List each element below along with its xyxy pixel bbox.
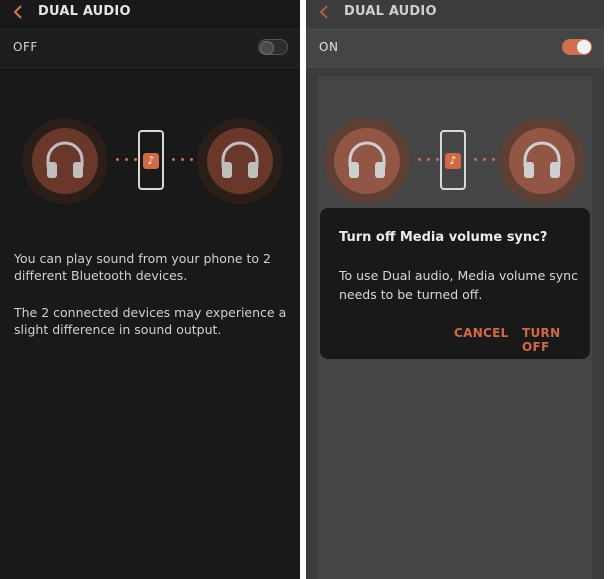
dialog-title: Turn off Media volume sync? <box>339 230 548 245</box>
switch-state-label: ON <box>319 40 339 54</box>
dual-audio-illustration: ♪ <box>306 118 604 212</box>
connection-dots-right <box>474 158 496 162</box>
headphones-left-icon <box>22 118 108 204</box>
app-header: DUAL AUDIO <box>0 0 300 28</box>
toggle-knob <box>577 40 591 54</box>
connection-dots-left <box>116 158 138 162</box>
turn-off-button[interactable]: TURN OFF <box>522 326 590 354</box>
headphones-left-icon <box>324 118 410 204</box>
phone-icon: ♪ <box>440 130 466 190</box>
phone-icon: ♪ <box>138 130 164 190</box>
master-switch-row[interactable]: OFF <box>0 29 300 68</box>
dual-audio-screen-off: DUAL AUDIO OFF ♪ You can play sound from… <box>0 0 300 579</box>
dual-audio-toggle[interactable] <box>258 39 288 55</box>
confirm-dialog: Turn off Media volume sync? To use Dual … <box>320 208 590 359</box>
headphones-right-icon <box>499 118 585 204</box>
toggle-knob <box>260 41 274 55</box>
app-header: DUAL AUDIO <box>306 0 604 28</box>
page-title: DUAL AUDIO <box>38 4 131 19</box>
back-arrow-icon[interactable] <box>12 3 26 21</box>
back-arrow-icon[interactable] <box>318 3 332 21</box>
page-title: DUAL AUDIO <box>344 4 437 19</box>
headphones-right-icon <box>197 118 283 204</box>
connection-dots-left <box>418 158 440 162</box>
dialog-message: To use Dual audio, Media volume sync nee… <box>339 268 578 302</box>
dual-audio-illustration: ♪ <box>0 118 300 212</box>
description-paragraph-1: You can play sound from your phone to 2 … <box>14 251 272 283</box>
connection-dots-right <box>172 158 194 162</box>
description-paragraph-2: The 2 connected devices may experience a… <box>14 305 287 337</box>
switch-state-label: OFF <box>13 40 38 54</box>
music-note-icon: ♪ <box>445 153 461 169</box>
music-note-icon: ♪ <box>143 153 159 169</box>
master-switch-row[interactable]: ON <box>306 29 604 68</box>
dual-audio-toggle[interactable] <box>562 39 592 55</box>
cancel-button[interactable]: CANCEL <box>454 326 509 340</box>
dual-audio-screen-on: DUAL AUDIO ON ♪ Turn off Media volume sy… <box>306 0 604 579</box>
